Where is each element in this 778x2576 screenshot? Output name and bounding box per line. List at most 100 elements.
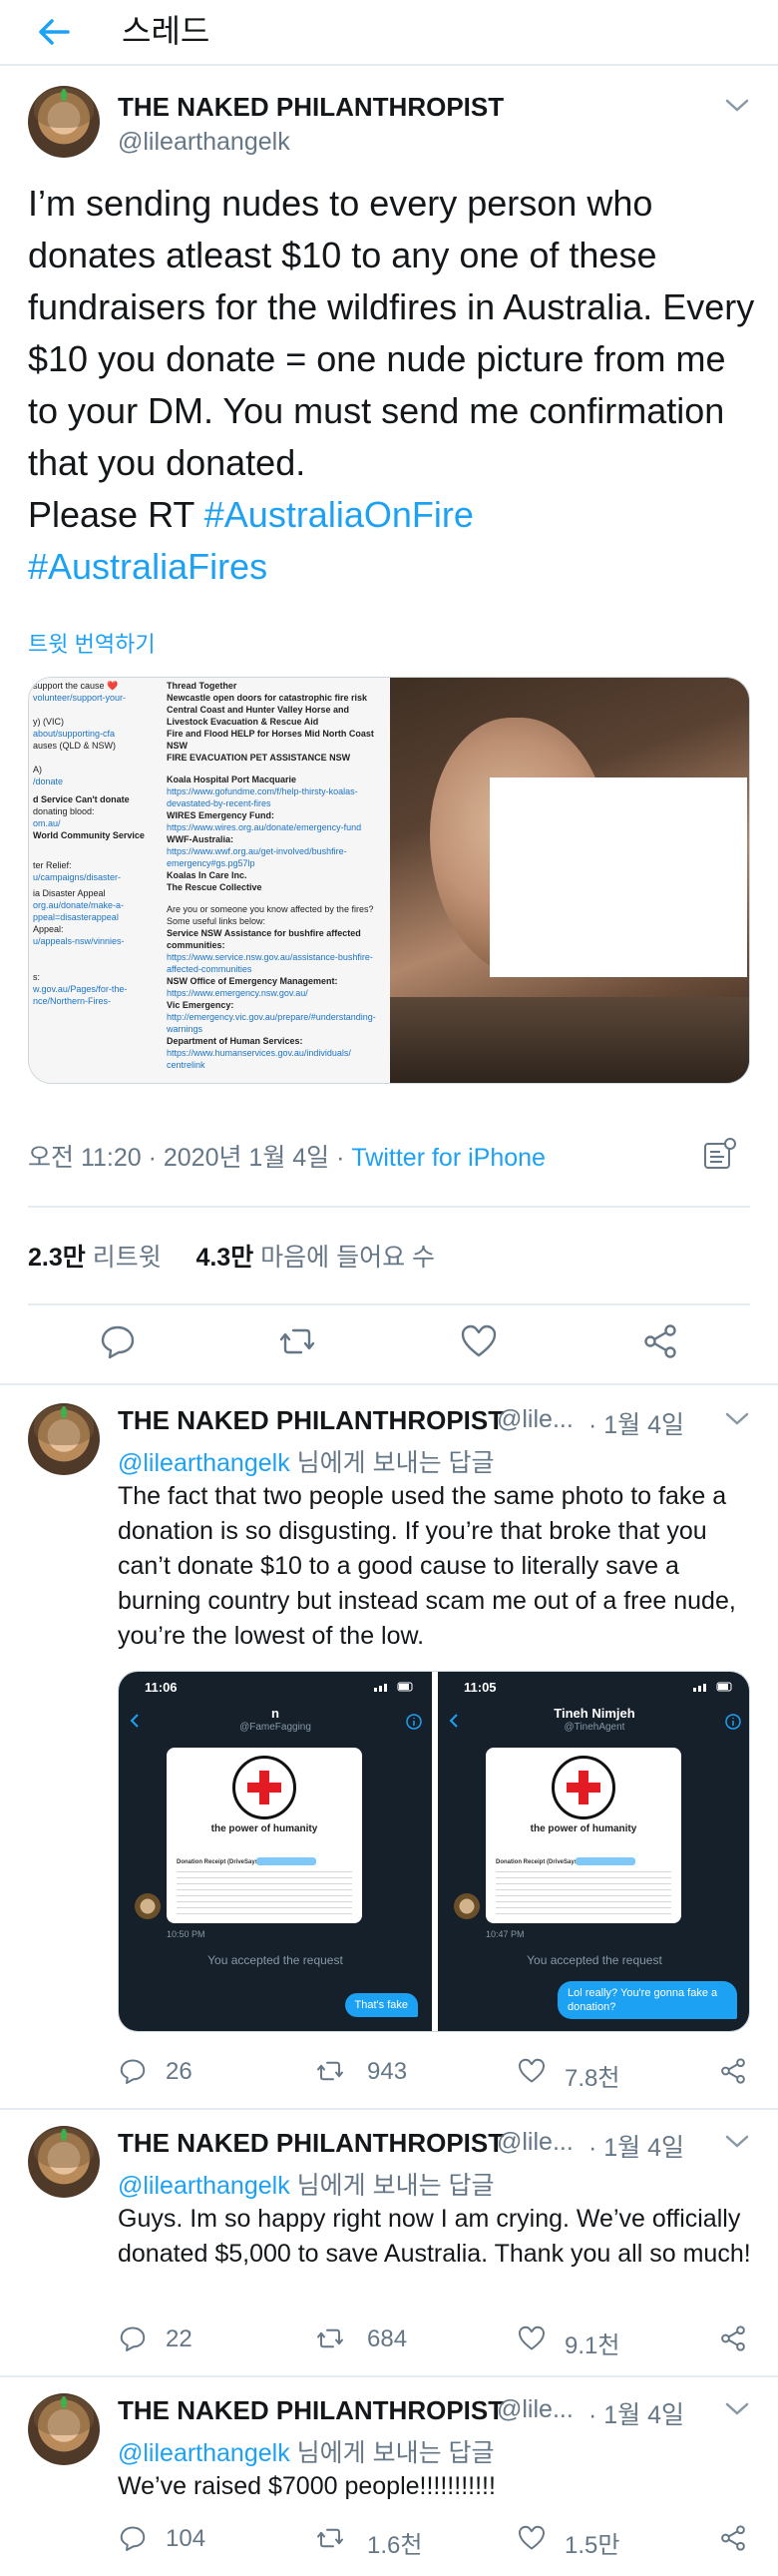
- analytics-icon[interactable]: [702, 1136, 738, 1172]
- censor-box: [490, 777, 747, 977]
- dm-message-time: 10:47 PM: [486, 1929, 525, 1939]
- page-title: 스레드: [122, 13, 210, 49]
- avatar[interactable]: [28, 2393, 100, 2465]
- reply-context: @lilearthangelk 님에게 보내는 답글: [118, 2433, 495, 2469]
- share-icon[interactable]: [640, 1321, 680, 1361]
- reply-date[interactable]: · 1월 4일: [588, 1405, 684, 1441]
- author-name[interactable]: THE NAKED PHILANTHROPIST: [118, 92, 504, 123]
- like-count: 9.1천: [565, 2332, 620, 2359]
- translate-link[interactable]: 트윗 번역하기: [28, 627, 156, 659]
- info-icon: [406, 1714, 422, 1730]
- retweet-count: 943: [367, 2058, 408, 2085]
- chevron-down-icon[interactable]: [724, 2134, 750, 2150]
- retweet-count: 684: [367, 2325, 408, 2352]
- tweet-rt-prefix: Please RT: [28, 494, 204, 535]
- info-icon: [725, 1714, 741, 1730]
- divider: [28, 1206, 750, 1208]
- retweet-icon[interactable]: [277, 1321, 317, 1361]
- like-icon[interactable]: [517, 2056, 547, 2086]
- phone-time: 11:05: [464, 1680, 497, 1695]
- retweet-label[interactable]: 리트윗: [86, 1244, 162, 1272]
- share-icon[interactable]: [718, 2323, 748, 2353]
- phone-time: 11:06: [145, 1680, 178, 1695]
- avatar[interactable]: [28, 2126, 100, 2198]
- tweet-source-link[interactable]: Twitter for iPhone: [351, 1144, 546, 1172]
- divider: [0, 1383, 778, 1385]
- dm-handle: @TinehAgent: [564, 1722, 625, 1733]
- reply-icon[interactable]: [118, 2323, 148, 2353]
- photo-image: [390, 678, 749, 1083]
- reply-to-handle[interactable]: @lilearthangelk: [118, 2172, 290, 2200]
- dm-avatar: [135, 1893, 161, 1919]
- reply-author-name[interactable]: THE NAKED PHILANTHROPIST: [118, 2395, 504, 2426]
- dm-message-time: 10:50 PM: [167, 1929, 205, 1939]
- reply-text: Guys. Im so happy right now I am crying.…: [118, 2205, 751, 2268]
- retweet-icon[interactable]: [315, 2523, 345, 2553]
- red-cross-logo: [232, 1756, 296, 1819]
- reply-count: 26: [166, 2058, 193, 2085]
- reply-to-handle[interactable]: @lilearthangelk: [118, 2439, 290, 2467]
- chevron-down-icon[interactable]: [724, 98, 750, 114]
- reply-context: @lilearthangelk 님에게 보내는 답글: [118, 2166, 495, 2202]
- tweet-text: I’m sending nudes to every person who do…: [28, 178, 756, 593]
- donation-receipt: the power of humanity Donation Receipt (…: [486, 1748, 681, 1923]
- reply-icon[interactable]: [98, 1321, 138, 1361]
- dm-accepted-note: You accepted the request: [527, 1953, 662, 1967]
- dm-screenshot: 11:06 n @FameFagging the power of humani…: [119, 1672, 432, 2031]
- receipt-subtitle: Donation Receipt (DriveSays #: [177, 1859, 264, 1865]
- like-icon[interactable]: [517, 2323, 547, 2353]
- reply-to-handle[interactable]: @lilearthangelk: [118, 1449, 290, 1477]
- author-handle[interactable]: @lilearthangelk: [118, 128, 290, 157]
- chevron-down-icon[interactable]: [724, 2401, 750, 2417]
- red-cross-logo: [552, 1756, 615, 1819]
- dm-handle: @FameFagging: [239, 1722, 311, 1733]
- reply-date[interactable]: · 1월 4일: [588, 2128, 684, 2164]
- avatar[interactable]: [28, 86, 100, 158]
- reply-icon[interactable]: [118, 2523, 148, 2553]
- hashtag-link[interactable]: #AustraliaOnFire: [204, 494, 474, 535]
- reply-date[interactable]: · 1월 4일: [588, 2395, 684, 2431]
- tweet-timestamp: 오전 11:20 · 2020년 1월 4일 ·: [28, 1144, 352, 1172]
- divider: [0, 2375, 778, 2377]
- like-icon[interactable]: [459, 1321, 499, 1361]
- donation-receipt: the power of humanity Donation Receipt (…: [167, 1748, 362, 1923]
- top-bar: 스레드: [0, 0, 778, 66]
- share-icon[interactable]: [718, 2056, 748, 2086]
- reply-author-handle[interactable]: @lile...: [497, 2128, 574, 2157]
- dm-bubble: That's fake: [344, 1993, 418, 2017]
- reply-author-handle[interactable]: @lile...: [497, 1405, 574, 1434]
- back-arrow-icon[interactable]: [34, 12, 74, 52]
- tweet-media[interactable]: support the cause ❤️ volunteer/support-y…: [28, 677, 750, 1084]
- chevron-down-icon[interactable]: [724, 1411, 750, 1427]
- reply-text: We’ve raised $7000 people!!!!!!!!!!!: [118, 2472, 496, 2500]
- like-count[interactable]: 4.3만: [195, 1244, 253, 1272]
- avatar[interactable]: [28, 1403, 100, 1475]
- dm-name: Tineh Nimjeh: [554, 1706, 635, 1721]
- dm-accepted-note: You accepted the request: [207, 1953, 343, 1967]
- retweet-count[interactable]: 2.3만: [28, 1244, 86, 1272]
- reply-icon[interactable]: [118, 2056, 148, 2086]
- reply-text: The fact that two people used the same p…: [118, 1482, 736, 1650]
- like-label[interactable]: 마음에 들어요 수: [253, 1244, 435, 1272]
- fundraiser-list-col2: Thread Together Newcastle open doors for…: [167, 681, 376, 1070]
- signal-icon: [693, 1682, 732, 1692]
- dm-screenshot: 11:05 Tineh Nimjeh @TinehAgent the power…: [438, 1672, 749, 2031]
- retweet-icon[interactable]: [315, 2323, 345, 2353]
- tweet-stats: 2.3만 리트윗 4.3만 마음에 들어요 수: [28, 1238, 435, 1274]
- signal-icon: [374, 1682, 413, 1692]
- reply-author-name[interactable]: THE NAKED PHILANTHROPIST: [118, 2128, 504, 2159]
- retweet-icon[interactable]: [315, 2056, 345, 2086]
- tweet-body: I’m sending nudes to every person who do…: [28, 183, 755, 483]
- receipt-title: the power of humanity: [530, 1823, 637, 1834]
- reply-author-handle[interactable]: @lile...: [497, 2395, 574, 2424]
- reply-author-name[interactable]: THE NAKED PHILANTHROPIST: [118, 1405, 504, 1436]
- reply-media[interactable]: 11:06 n @FameFagging the power of humani…: [118, 1671, 750, 2032]
- dm-avatar: [454, 1893, 480, 1919]
- tweet-metadata: 오전 11:20 · 2020년 1월 4일 · Twitter for iPh…: [28, 1138, 546, 1174]
- share-icon[interactable]: [718, 2523, 748, 2553]
- like-icon[interactable]: [517, 2523, 547, 2553]
- divider: [28, 1303, 750, 1305]
- hashtag-link[interactable]: #AustraliaFires: [28, 546, 267, 587]
- receipt-title: the power of humanity: [210, 1823, 318, 1834]
- reply-to-label: 님에게 보내는 답글: [289, 2172, 495, 2200]
